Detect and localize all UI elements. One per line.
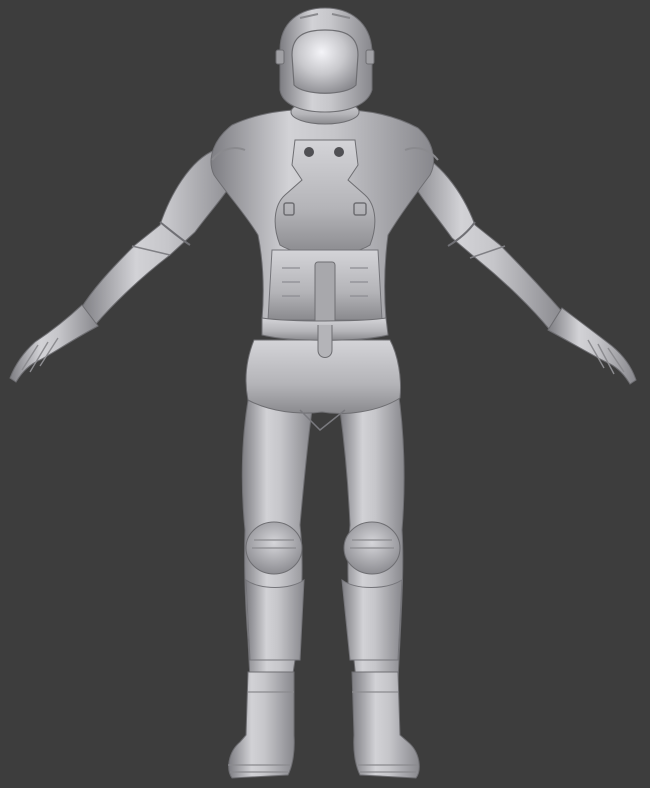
left-boot [228, 671, 295, 779]
right-glove [547, 307, 637, 385]
chest-port-left [304, 147, 314, 157]
right-leg [339, 389, 405, 681]
right-boot [351, 671, 420, 779]
belt-buckle [317, 325, 333, 358]
helmet [275, 7, 375, 113]
chest-port-right [334, 147, 344, 157]
left-leg [241, 389, 313, 681]
helmet-visor [291, 29, 359, 94]
3d-viewport[interactable] [0, 0, 650, 788]
viewport-canvas [9, 7, 637, 779]
left-glove [9, 304, 99, 383]
